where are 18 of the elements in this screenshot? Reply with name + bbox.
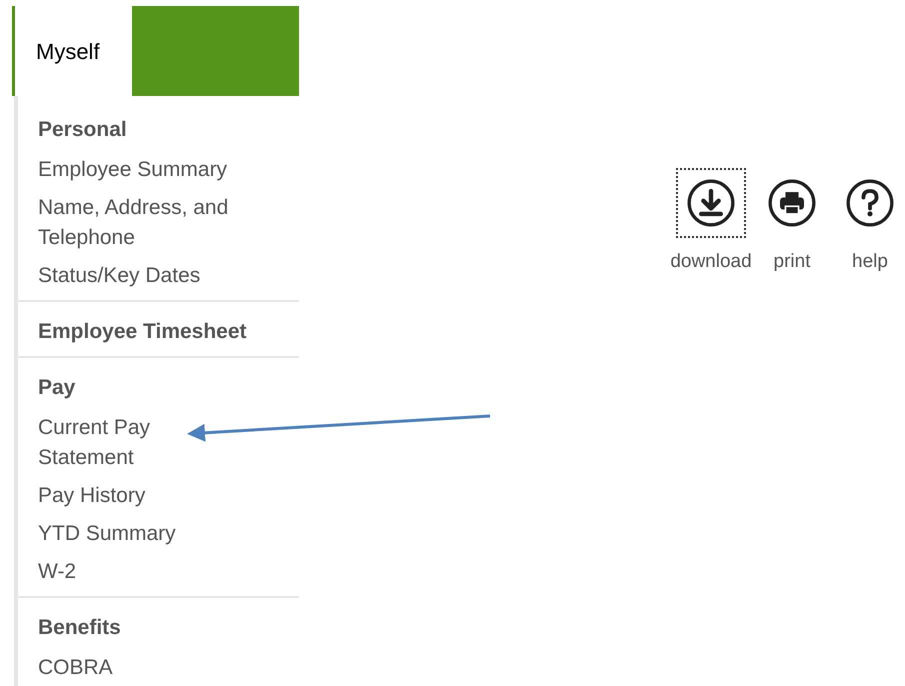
tab-bar-fill[interactable]	[132, 6, 299, 96]
tool-button[interactable]: help	[825, 170, 905, 276]
sidebar-link[interactable]: Name, Address, and Telephone	[38, 193, 228, 253]
sidebar-link[interactable]: Status/Key Dates	[38, 261, 200, 291]
section-heading: Benefits	[38, 615, 122, 641]
printer-icon	[768, 179, 816, 227]
section-heading: Personal	[38, 117, 128, 143]
section-heading: Employee Timesheet	[38, 319, 248, 345]
section-heading: Pay	[38, 375, 76, 401]
download-icon	[687, 179, 735, 227]
sidebar-link[interactable]: YTD Summary	[38, 519, 176, 549]
sidebar-link[interactable]: Employee Summary	[38, 155, 228, 185]
sidebar-link[interactable]: W-2	[38, 557, 76, 587]
sidebar-link[interactable]: COBRA	[38, 653, 113, 683]
tool-button[interactable]: download	[663, 170, 759, 276]
sidebar-link[interactable]: Current Pay Statement	[38, 413, 150, 473]
help-icon	[846, 179, 894, 227]
sidebar-link[interactable]: Pay History	[38, 481, 146, 511]
